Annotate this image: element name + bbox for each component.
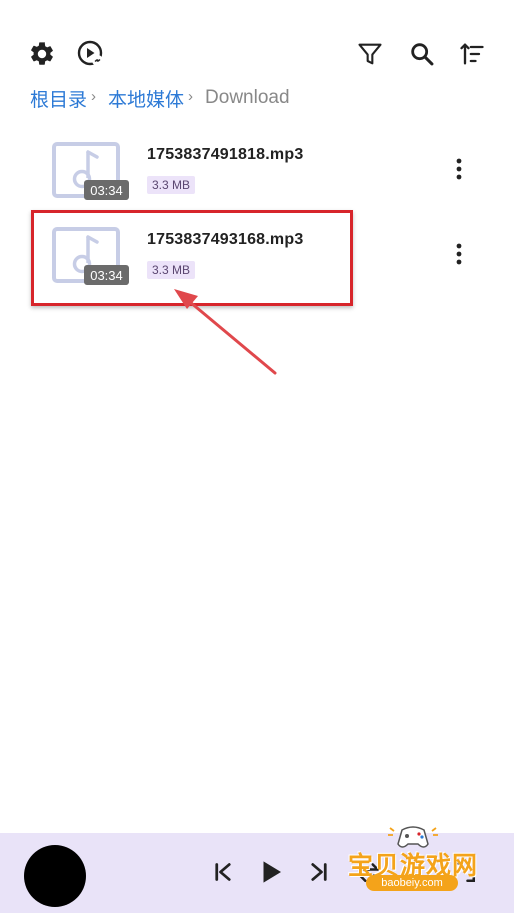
more-options-button[interactable] <box>447 239 471 269</box>
play-link-icon <box>77 40 103 66</box>
search-icon <box>411 43 434 66</box>
settings-button[interactable] <box>24 36 60 72</box>
more-vertical-icon <box>456 243 462 265</box>
skip-next-icon <box>311 863 327 881</box>
playback-link-button[interactable] <box>73 36 109 72</box>
play-icon <box>263 861 281 883</box>
app-screen: 根目录 › 本地媒体 › Download 03:34 175383749181… <box>0 0 514 913</box>
breadcrumb-local-media[interactable]: 本地媒体 <box>108 85 184 112</box>
sort-icon <box>460 43 484 65</box>
breadcrumb-root[interactable]: 根目录 <box>30 85 87 112</box>
watermark: 宝贝游戏网 baobeiy.com <box>338 822 488 912</box>
filter-icon <box>358 43 382 65</box>
album-art[interactable] <box>24 845 86 907</box>
breadcrumb-separator: › <box>188 87 194 105</box>
top-toolbar <box>0 36 514 72</box>
next-button[interactable] <box>302 855 336 889</box>
file-list-item[interactable]: 03:34 1753837491818.mp3 3.3 MB <box>0 136 514 216</box>
gear-icon <box>31 42 53 65</box>
file-size-badge: 3.3 MB <box>147 176 196 194</box>
breadcrumb: 根目录 › 本地媒体 › Download <box>30 85 290 112</box>
more-options-button[interactable] <box>447 154 471 184</box>
breadcrumb-separator: › <box>91 87 97 105</box>
annotation-arrow <box>174 289 277 375</box>
file-name: 1753837491818.mp3 <box>147 146 304 163</box>
watermark-url: baobeiy.com <box>366 875 458 891</box>
search-button[interactable] <box>404 36 440 72</box>
play-button[interactable] <box>254 855 288 889</box>
skip-previous-icon <box>215 863 231 881</box>
previous-button[interactable] <box>206 855 240 889</box>
filter-button[interactable] <box>352 36 388 72</box>
breadcrumb-current: Download <box>205 87 290 108</box>
sort-button[interactable] <box>454 36 490 72</box>
duration-badge: 03:34 <box>84 180 129 200</box>
more-vertical-icon <box>456 158 462 180</box>
